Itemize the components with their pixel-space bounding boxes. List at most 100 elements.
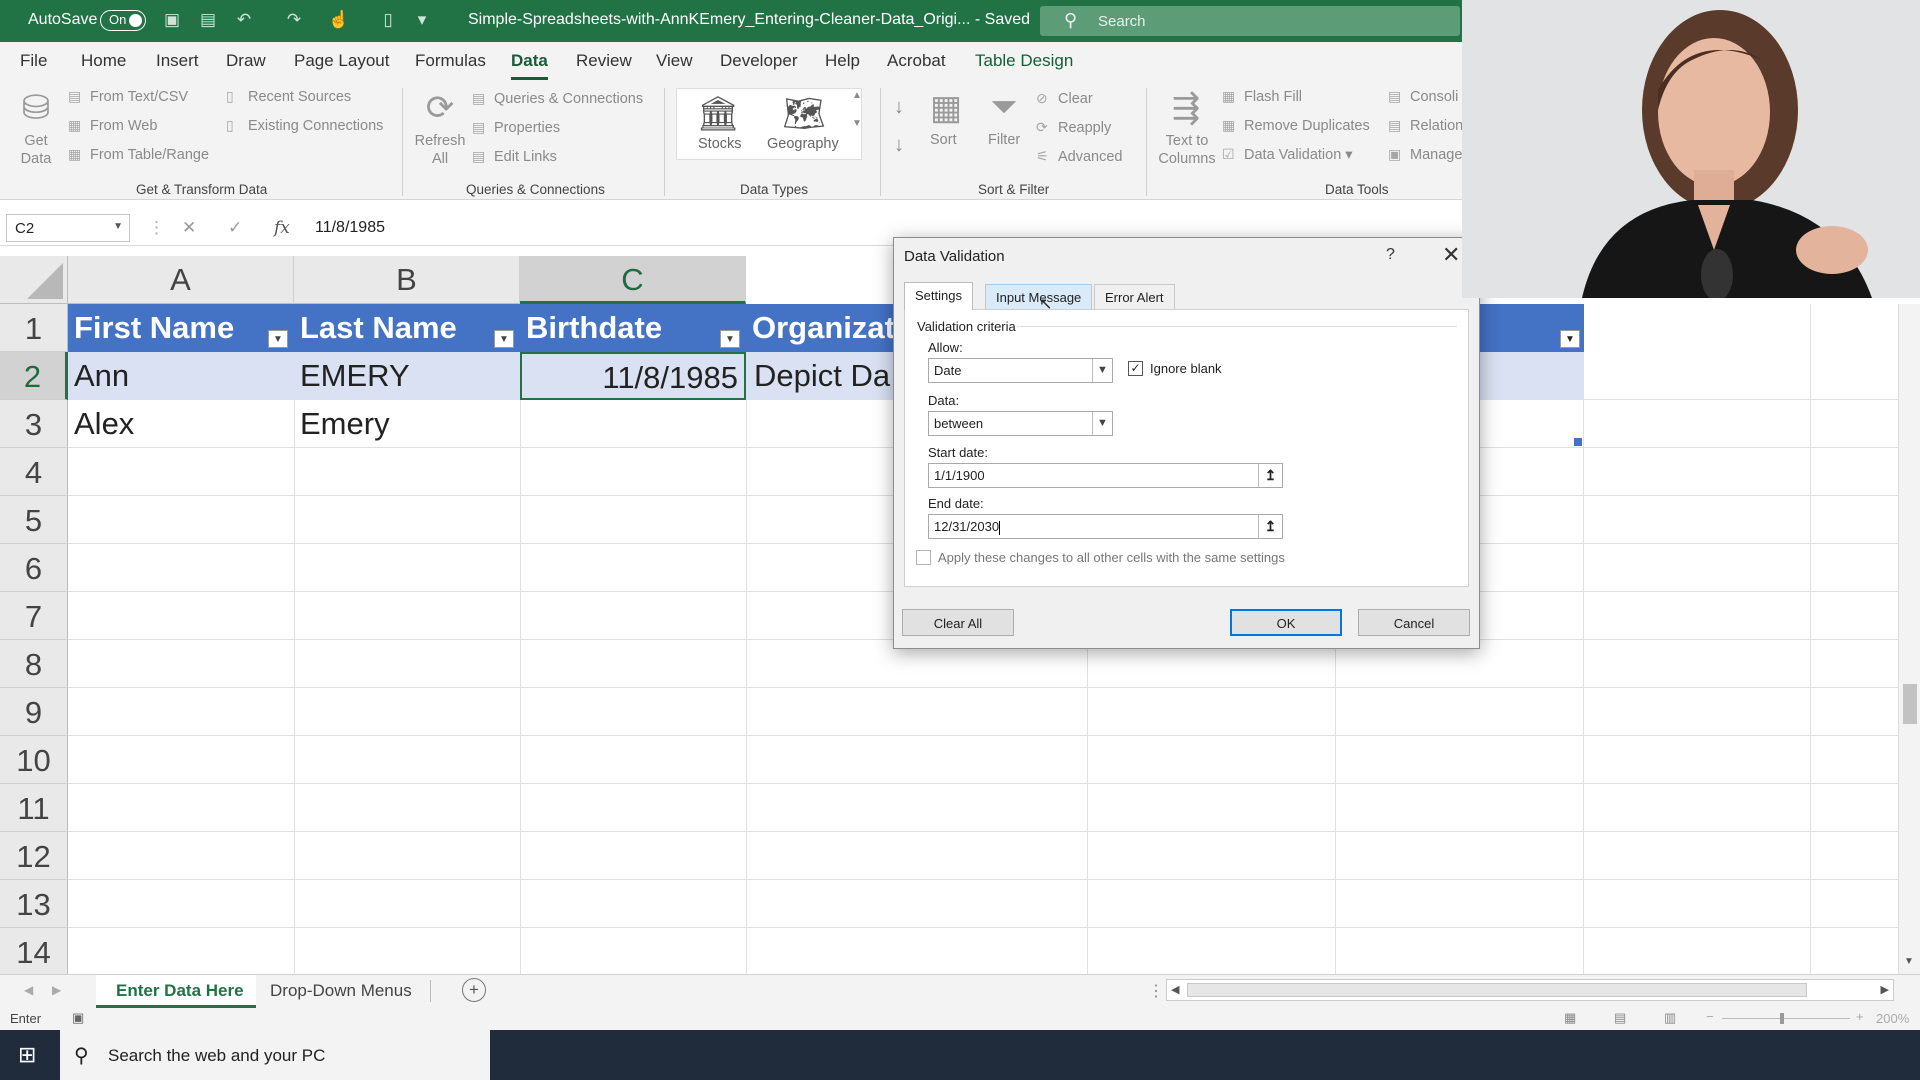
recent-sources-button[interactable]: ▯ Recent Sources xyxy=(226,88,351,105)
zoom-in-icon[interactable]: + xyxy=(1856,1009,1864,1024)
cancel-entry-icon[interactable]: ✕ xyxy=(182,218,196,238)
horizontal-scrollbar[interactable]: ◀ ▶ xyxy=(1166,979,1894,1001)
sort-icon[interactable]: ▦ xyxy=(926,88,966,128)
row-header-6[interactable]: 6 xyxy=(0,544,68,592)
filter-dropdown-icon[interactable]: ▼ xyxy=(494,330,514,348)
column-header-a[interactable]: A xyxy=(68,256,294,304)
page-layout-view-icon[interactable]: ▤ xyxy=(1614,1010,1626,1026)
cell-b3[interactable]: Emery xyxy=(294,400,520,448)
filter-dropdown-icon[interactable]: ▼ xyxy=(1560,330,1580,348)
row-header-3[interactable]: 3 xyxy=(0,400,68,448)
vertical-scrollbar[interactable]: ▼ xyxy=(1898,304,1920,974)
document-title[interactable]: Simple-Spreadsheets-with-AnnKEmery_Enter… xyxy=(468,11,1030,29)
cell-a3[interactable]: Alex xyxy=(68,400,294,448)
row-header-14[interactable]: 14 xyxy=(0,928,68,974)
ignore-blank-checkbox[interactable]: ✓ xyxy=(1128,361,1143,376)
gallery-scroll-up-icon[interactable]: ▲ xyxy=(852,90,862,101)
cell-b2[interactable]: EMERY xyxy=(294,352,520,400)
tab-data[interactable]: Data xyxy=(511,51,548,80)
clear-button[interactable]: ⊘ Clear xyxy=(1036,90,1093,107)
filter-icon[interactable]: ⏷ xyxy=(984,88,1024,127)
sort-ascending-icon[interactable]: ↓ xyxy=(894,96,904,119)
cell-a2[interactable]: Ann xyxy=(68,352,294,400)
text-to-columns-icon[interactable]: ⇶ xyxy=(1166,88,1206,128)
accessibility-icon[interactable]: ▣ xyxy=(72,1010,84,1026)
flash-fill-button[interactable]: ▦ Flash Fill xyxy=(1222,88,1302,105)
from-text-csv-button[interactable]: ▤ From Text/CSV xyxy=(68,88,188,105)
filter-button[interactable]: Filter xyxy=(988,132,1020,148)
close-icon[interactable]: ✕ xyxy=(1442,242,1460,268)
refresh-all-button[interactable]: Refresh All xyxy=(412,132,468,168)
sort-descending-icon[interactable]: ↓ xyxy=(894,134,904,157)
tab-view[interactable]: View xyxy=(656,51,693,71)
name-box-dropdown-icon[interactable]: ▼ xyxy=(113,221,123,232)
row-header-1[interactable]: 1 xyxy=(0,304,68,352)
tab-split-handle-icon[interactable]: ⋮ xyxy=(1148,981,1164,1001)
insert-function-icon[interactable]: fx xyxy=(274,218,290,238)
stocks-button[interactable]: Stocks xyxy=(698,136,742,152)
collapse-dialog-icon[interactable]: ↥ xyxy=(1258,515,1282,538)
tab-formulas[interactable]: Formulas xyxy=(415,51,486,71)
row-header-13[interactable]: 13 xyxy=(0,880,68,928)
tab-home[interactable]: Home xyxy=(81,51,126,71)
touch-mode-icon[interactable]: ☝ xyxy=(328,10,349,30)
scroll-down-icon[interactable]: ▼ xyxy=(1904,956,1914,967)
edit-links-button[interactable]: ▤ Edit Links xyxy=(472,148,557,165)
get-data-button[interactable]: Get Data xyxy=(14,132,58,168)
tab-help[interactable]: Help xyxy=(825,51,860,71)
row-header-11[interactable]: 11 xyxy=(0,784,68,832)
advanced-button[interactable]: ⚟ Advanced xyxy=(1036,148,1123,165)
tab-table-design[interactable]: Table Design xyxy=(975,51,1073,71)
consolidate-button[interactable]: ▤ Consoli xyxy=(1388,88,1458,105)
formula-content[interactable]: 11/8/1985 xyxy=(315,219,385,237)
formula-bar-options-icon[interactable]: ⋮ xyxy=(148,218,165,238)
collapse-dialog-icon[interactable]: ↥ xyxy=(1258,464,1282,487)
ok-button[interactable]: OK xyxy=(1230,609,1342,636)
tab-developer[interactable]: Developer xyxy=(720,51,798,71)
row-header-8[interactable]: 8 xyxy=(0,640,68,688)
prev-sheet-icon[interactable]: ◀ xyxy=(24,983,33,997)
properties-button[interactable]: ▤ Properties xyxy=(472,119,560,136)
vertical-scrollbar-thumb[interactable] xyxy=(1903,684,1917,724)
select-all-corner[interactable] xyxy=(0,256,68,304)
start-date-input[interactable]: 1/1/1900 ↥ xyxy=(928,463,1283,488)
apply-to-all-checkbox[interactable] xyxy=(916,550,931,565)
normal-view-icon[interactable]: ▦ xyxy=(1564,1010,1576,1026)
column-header-c[interactable]: C xyxy=(520,256,746,304)
zoom-level[interactable]: 200% xyxy=(1876,1011,1909,1026)
scroll-left-icon[interactable]: ◀ xyxy=(1171,983,1179,996)
get-data-icon[interactable]: ⛁ xyxy=(16,88,56,128)
table-resize-handle[interactable] xyxy=(1574,438,1582,446)
remove-duplicates-button[interactable]: ▦ Remove Duplicates xyxy=(1222,117,1370,134)
text-to-columns-button[interactable]: Text to Columns xyxy=(1156,132,1218,168)
allow-select[interactable]: Date ▼ xyxy=(928,358,1113,383)
header-cell-last-name[interactable]: Last Name ▼ xyxy=(294,304,520,352)
cancel-button[interactable]: Cancel xyxy=(1358,609,1470,636)
tab-review[interactable]: Review xyxy=(576,51,632,71)
end-date-input[interactable]: 12/31/2030 ↥ xyxy=(928,514,1283,539)
geography-icon[interactable]: 🗺 xyxy=(782,94,826,134)
cell-d2[interactable]: Depict Da xyxy=(748,352,896,400)
filter-dropdown-icon[interactable]: ▼ xyxy=(720,330,740,348)
scroll-right-icon[interactable]: ▶ xyxy=(1881,983,1889,996)
next-sheet-icon[interactable]: ▶ xyxy=(52,983,61,997)
windows-start-icon[interactable]: ⊞ xyxy=(18,1042,36,1068)
data-select[interactable]: between ▼ xyxy=(928,411,1113,436)
row-header-9[interactable]: 9 xyxy=(0,688,68,736)
tab-acrobat[interactable]: Acrobat xyxy=(887,51,946,71)
sheet-tab-drop-down-menus[interactable]: Drop-Down Menus xyxy=(270,975,412,1008)
zoom-out-icon[interactable]: − xyxy=(1706,1009,1714,1024)
page-break-view-icon[interactable]: ▥ xyxy=(1664,1010,1676,1026)
header-cell-birthdate[interactable]: Birthdate ▼ xyxy=(520,304,746,352)
name-box[interactable]: C2 ▼ xyxy=(6,214,130,242)
print-preview-icon[interactable]: ▯ xyxy=(378,10,398,30)
redo-icon[interactable]: ↷ xyxy=(284,10,304,30)
row-header-2[interactable]: 2 xyxy=(0,352,68,400)
tab-page-layout[interactable]: Page Layout xyxy=(294,51,389,71)
zoom-slider-thumb[interactable] xyxy=(1780,1013,1784,1024)
row-header-10[interactable]: 10 xyxy=(0,736,68,784)
existing-connections-button[interactable]: ▯ Existing Connections xyxy=(226,117,383,134)
from-web-button[interactable]: ▦ From Web xyxy=(68,117,157,134)
manage-data-model-button[interactable]: ▣ Manage xyxy=(1388,146,1462,163)
customize-toolbar-icon[interactable]: ▾ xyxy=(412,10,432,30)
